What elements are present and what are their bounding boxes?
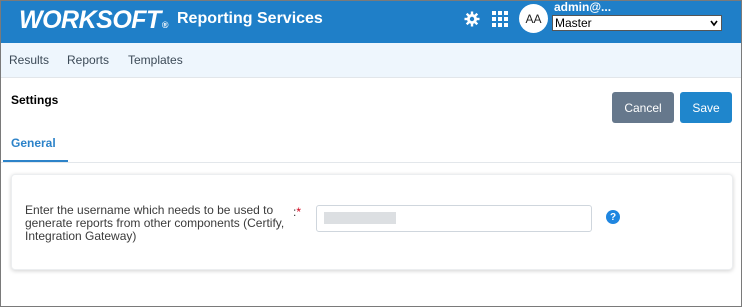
nav-item-reports[interactable]: Reports xyxy=(67,53,109,67)
registered-mark: ® xyxy=(161,20,169,30)
logo-text: WORKSOFT xyxy=(19,6,161,34)
project-select-value: Master xyxy=(555,16,592,30)
chevron-down-icon xyxy=(710,20,718,27)
project-select[interactable]: Master xyxy=(552,15,722,31)
app-title: Reporting Services xyxy=(177,10,323,27)
apps-grid-icon[interactable] xyxy=(492,11,508,27)
required-indicator: :* xyxy=(293,205,301,219)
main-nav: Results Reports Templates xyxy=(1,43,741,78)
top-bar: WORKSOFT® Reporting Services AA admin@..… xyxy=(1,0,741,43)
worksoft-logo[interactable]: WORKSOFT® xyxy=(19,6,168,35)
username: admin@... xyxy=(554,0,612,14)
cancel-button[interactable]: Cancel xyxy=(612,92,674,123)
gear-icon[interactable] xyxy=(464,11,480,27)
help-icon[interactable]: ? xyxy=(606,210,620,224)
save-button[interactable]: Save xyxy=(680,92,732,123)
username-input[interactable] xyxy=(316,205,592,232)
username-field-label: Enter the username which needs to be use… xyxy=(25,203,285,243)
avatar[interactable]: AA xyxy=(519,4,548,33)
page-title: Settings xyxy=(11,93,59,107)
tab-general[interactable]: General xyxy=(11,136,56,150)
redacted-value xyxy=(324,212,396,224)
nav-item-templates[interactable]: Templates xyxy=(128,53,183,67)
tabs-divider xyxy=(1,162,741,163)
nav-item-results[interactable]: Results xyxy=(9,53,49,67)
required-star: * xyxy=(296,205,302,219)
